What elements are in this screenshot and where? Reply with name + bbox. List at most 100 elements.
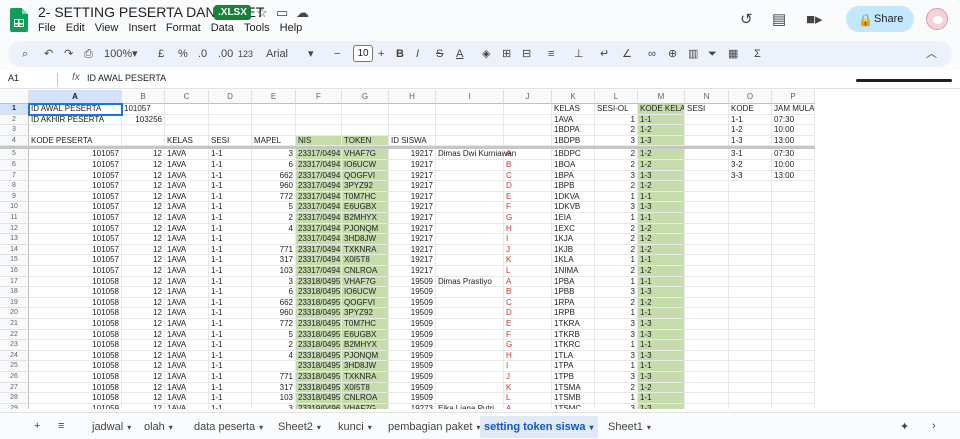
cell-e3[interactable]	[252, 125, 296, 136]
cell-m14[interactable]: 1-2	[638, 244, 685, 256]
cell-h2[interactable]	[389, 114, 436, 126]
cell-h26[interactable]: 19509	[389, 372, 436, 383]
cell-a23[interactable]: 101058	[29, 340, 122, 351]
cell-i9[interactable]	[436, 191, 504, 203]
menu-edit[interactable]: Edit	[66, 22, 85, 34]
cell-a13[interactable]: 101057	[29, 234, 122, 245]
column-header-c[interactable]: C	[165, 90, 209, 104]
cell-d20[interactable]: 1-1	[209, 308, 252, 319]
row-header[interactable]: 25	[0, 361, 29, 372]
menu-data[interactable]: Data	[211, 22, 234, 34]
cell-d17[interactable]: 1-1	[209, 276, 252, 288]
cell-h15[interactable]: 19217	[389, 255, 436, 266]
cell-i7[interactable]	[436, 170, 504, 182]
cell-d12[interactable]: 1-1	[209, 223, 252, 235]
row-header[interactable]: 2	[0, 114, 29, 126]
cell-c12[interactable]: 1AVA	[165, 223, 209, 235]
cell-m1[interactable]: KODE KELAS	[638, 104, 685, 115]
cell-l14[interactable]: 2	[595, 244, 638, 256]
cell-a12[interactable]: 101057	[29, 223, 122, 235]
cell-a7[interactable]: 101057	[29, 170, 122, 182]
cell-b14[interactable]: 12	[122, 244, 165, 256]
cell-n26[interactable]	[685, 372, 729, 383]
cell-j24[interactable]: H	[504, 350, 552, 362]
cell-g16[interactable]: CNLROA	[342, 266, 389, 277]
cell-g9[interactable]: T0M7HC	[342, 191, 389, 203]
cell-a19[interactable]: 101058	[29, 297, 122, 309]
cell-j6[interactable]: B	[504, 160, 552, 171]
row-header[interactable]: 24	[0, 350, 29, 362]
column-header-a[interactable]: A	[29, 90, 122, 104]
cell-m12[interactable]: 1-2	[638, 223, 685, 235]
spreadsheet-grid[interactable]: A B C D E F G H I J K L M N O P 1 ID AWAL PESERTA 101057 KE…	[0, 90, 960, 409]
cell-e23[interactable]: 2	[252, 340, 296, 351]
cell-b26[interactable]: 12	[122, 372, 165, 383]
sheet-tab-olah[interactable]: olah ▾	[140, 416, 177, 438]
cell-c2[interactable]	[165, 114, 209, 126]
undo-icon[interactable]: ↶	[44, 45, 53, 63]
cell-n11[interactable]	[685, 213, 729, 224]
number-format-button[interactable]: 123	[238, 45, 253, 63]
side-panel-icon[interactable]: ›	[932, 420, 936, 432]
row-header[interactable]: 29	[0, 403, 29, 409]
cell-f13[interactable]: 23317/0494	[296, 234, 342, 245]
cell-a10[interactable]: 101057	[29, 202, 122, 213]
sheet-tab-jadwal[interactable]: jadwal ▾	[88, 416, 135, 438]
cell-o28[interactable]	[729, 393, 772, 404]
cell-g29[interactable]: VHAF7G	[342, 403, 389, 409]
cell-j1[interactable]	[504, 104, 552, 115]
cell-f6[interactable]: 23317/0494	[296, 160, 342, 171]
cell-h13[interactable]: 19217	[389, 234, 436, 245]
star-icon[interactable]: ☆	[256, 5, 268, 21]
menu-help[interactable]: Help	[280, 22, 303, 34]
cell-n6[interactable]	[685, 160, 729, 171]
cell-a6[interactable]: 101057	[29, 160, 122, 171]
cell-h8[interactable]: 19217	[389, 181, 436, 192]
cell-n5[interactable]	[685, 149, 729, 160]
cell-o20[interactable]	[729, 308, 772, 319]
text-wrap-icon[interactable]: ↵	[600, 45, 609, 63]
cell-b6[interactable]: 12	[122, 160, 165, 171]
cell-e12[interactable]: 4	[252, 223, 296, 235]
comment-icon[interactable]: ▤	[772, 10, 786, 28]
cell-l28[interactable]: 1	[595, 393, 638, 404]
cell-j9[interactable]: E	[504, 191, 552, 203]
cell-n13[interactable]	[685, 234, 729, 245]
cell-o4[interactable]: 1-3	[729, 135, 772, 147]
cell-j14[interactable]: J	[504, 244, 552, 256]
column-header-b[interactable]: B	[122, 90, 165, 104]
cell-e27[interactable]: 317	[252, 382, 296, 394]
cell-a25[interactable]: 101058	[29, 361, 122, 372]
cell-p7[interactable]: 13:00	[772, 170, 815, 182]
cell-j25[interactable]: I	[504, 361, 552, 372]
cell-c21[interactable]: 1AVA	[165, 319, 209, 330]
cell-n21[interactable]	[685, 319, 729, 330]
chevron-down-icon[interactable]: ▾	[317, 423, 321, 432]
cell-c24[interactable]: 1AVA	[165, 350, 209, 362]
chevron-down-icon[interactable]: ▾	[368, 423, 372, 432]
cell-h3[interactable]	[389, 125, 436, 136]
move-folder-icon[interactable]: ▭	[276, 5, 288, 21]
cell-n14[interactable]	[685, 244, 729, 256]
cell-e22[interactable]: 5	[252, 329, 296, 341]
chevron-down-icon[interactable]: ▾	[647, 423, 651, 432]
cell-d2[interactable]	[209, 114, 252, 126]
cell-j18[interactable]: B	[504, 287, 552, 298]
cell-e28[interactable]: 103	[252, 393, 296, 404]
cell-k11[interactable]: 1EIA	[552, 213, 595, 224]
search-menus-icon[interactable]: ⌕	[22, 45, 28, 63]
cell-h19[interactable]: 19509	[389, 297, 436, 309]
cell-m9[interactable]: 1-1	[638, 191, 685, 203]
explore-icon[interactable]: ✦	[900, 420, 909, 433]
row-header[interactable]: 27	[0, 382, 29, 394]
cell-d6[interactable]: 1-1	[209, 160, 252, 171]
cell-e2[interactable]	[252, 114, 296, 126]
cell-g24[interactable]: PJONQM	[342, 350, 389, 362]
cell-j17[interactable]: A	[504, 276, 552, 288]
cell-a17[interactable]: 101058	[29, 276, 122, 288]
cell-c6[interactable]: 1AVA	[165, 160, 209, 171]
cell-f19[interactable]: 23318/0495	[296, 297, 342, 309]
cell-n20[interactable]	[685, 308, 729, 319]
cell-i4[interactable]	[436, 135, 504, 147]
cell-c17[interactable]: 1AVA	[165, 276, 209, 288]
